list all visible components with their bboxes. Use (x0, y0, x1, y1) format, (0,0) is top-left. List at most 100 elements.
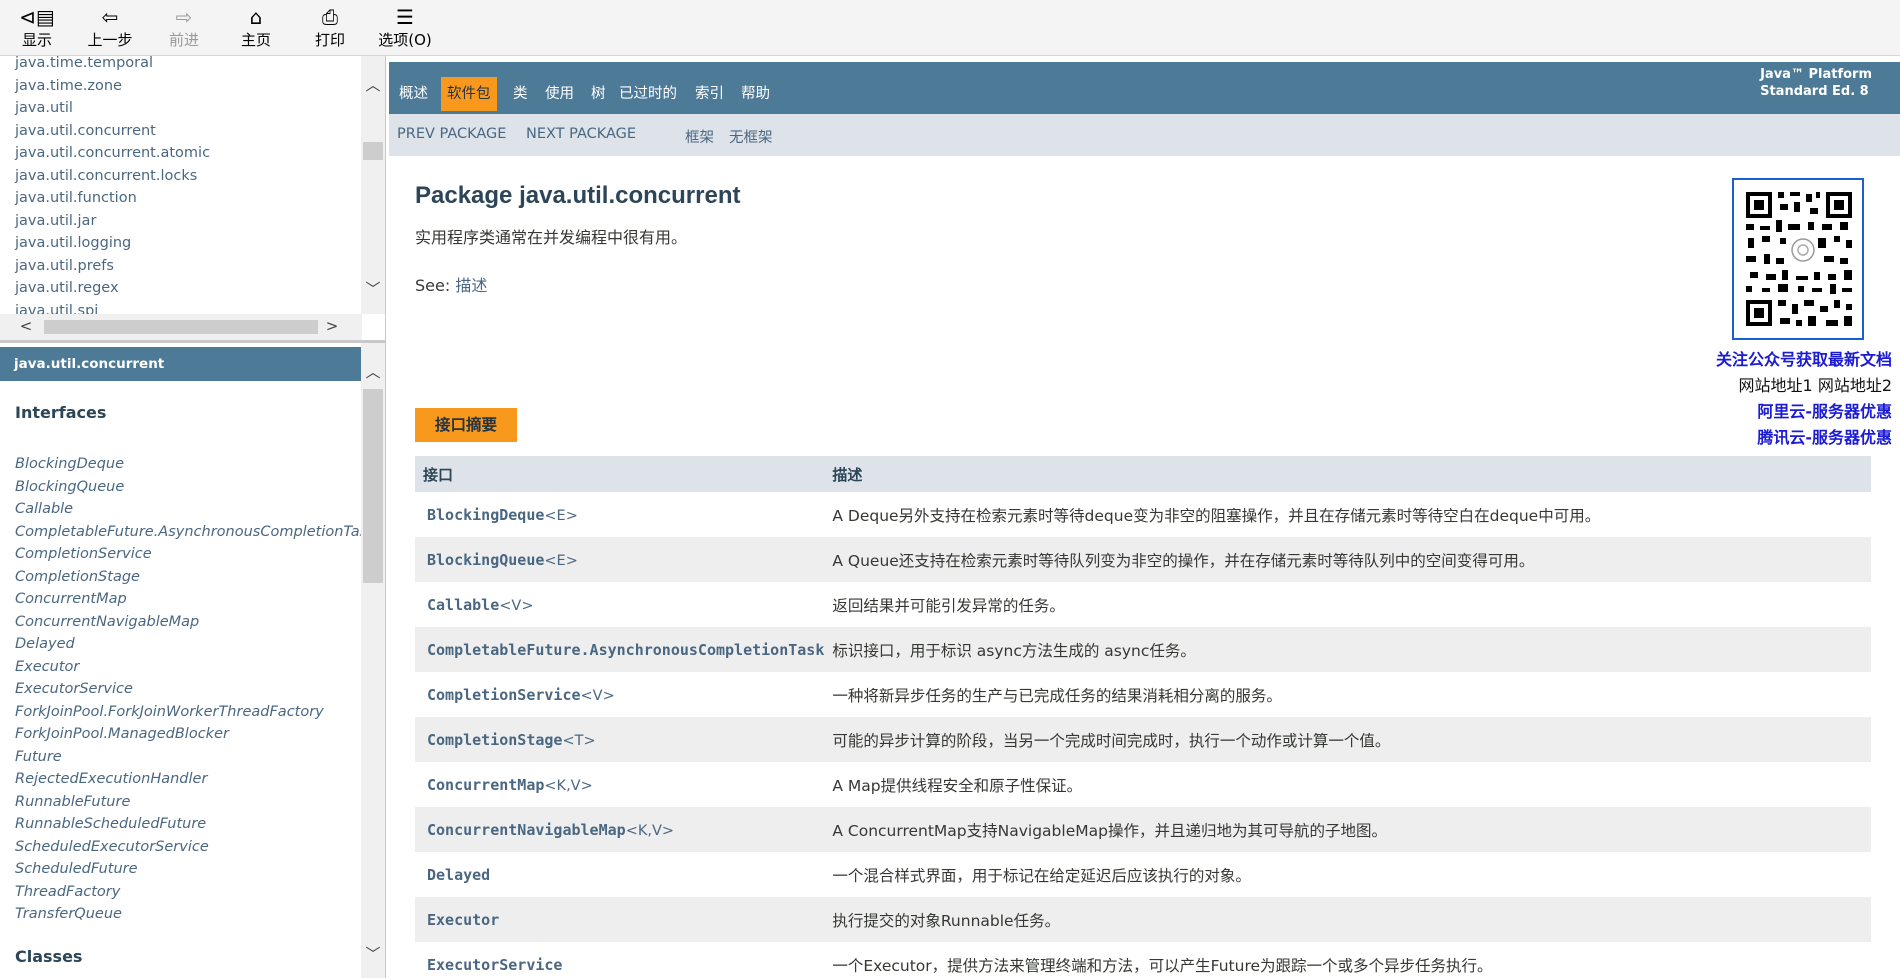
scroll-up-icon[interactable]: ︿ (361, 74, 385, 95)
nav-overview[interactable]: 概述 (393, 77, 434, 111)
interface-link[interactable]: ThreadFactory (15, 881, 376, 904)
package-link[interactable]: java.util.logging (15, 232, 210, 255)
interface-link[interactable]: ConcurrentNavigableMap (15, 611, 376, 634)
package-link[interactable]: java.util.jar (15, 210, 210, 233)
scroll-left-icon[interactable]: < (14, 317, 38, 335)
tencent-ad-link[interactable]: 腾讯云-服务器优惠 (1757, 424, 1892, 448)
interface-cell: Executor (415, 897, 825, 942)
scroll-down-icon[interactable]: ﹀ (361, 278, 385, 299)
options-button[interactable]: ☰ 选项(O) (376, 4, 434, 54)
interface-list: BlockingDeque BlockingQueue Callable Com… (15, 453, 376, 926)
table-row: Delayed 一个混合样式界面，用于标记在给定延迟后应该执行的对象。 (415, 852, 1871, 897)
scroll-thumb[interactable] (363, 389, 383, 583)
interface-link[interactable]: BlockingDeque (427, 506, 544, 524)
type-params: <K,V> (625, 822, 675, 839)
interface-cell: CompletionService<V> (415, 672, 825, 717)
interface-link[interactable]: RunnableScheduledFuture (15, 813, 376, 836)
platform-about: Java™ Platform Standard Ed. 8 (1760, 66, 1872, 100)
interface-link[interactable]: ConcurrentMap (427, 776, 544, 794)
description-cell: A Queue还支持在检索元素时等待队列变为非空的操作，并在存储元素时等待队列中… (824, 537, 1871, 582)
nav-help[interactable]: 帮助 (735, 77, 776, 111)
interface-link[interactable]: CompletableFuture.AsynchronousCompletion… (427, 641, 824, 659)
interface-link[interactable]: BlockingQueue (15, 476, 376, 499)
frames-link[interactable]: 框架 (685, 126, 714, 147)
table-row: ExecutorService 一个Executor，提供方法来管理终端和方法，… (415, 942, 1871, 978)
sub-navbar: PREV PACKAGE NEXT PACKAGE 框架 无框架 (389, 114, 1900, 156)
package-link[interactable]: java.util.regex (15, 277, 210, 300)
interface-link[interactable]: BlockingQueue (427, 551, 544, 569)
interface-link[interactable]: ScheduledExecutorService (15, 836, 376, 859)
package-link[interactable]: java.util.concurrent (15, 120, 210, 143)
scroll-thumb[interactable] (44, 320, 318, 334)
interface-link[interactable]: ExecutorService (15, 678, 376, 701)
package-link[interactable]: java.time.zone (15, 75, 210, 98)
interface-cell: ConcurrentMap<K,V> (415, 762, 825, 807)
class-list-frame: java.util.concurrent Interfaces Blocking… (0, 340, 386, 978)
interface-link[interactable]: Delayed (15, 633, 376, 656)
scroll-down-icon[interactable]: ﹀ (361, 943, 385, 964)
aliyun-ad-link[interactable]: 阿里云-服务器优惠 (1757, 398, 1892, 422)
interface-link[interactable]: RunnableFuture (15, 791, 376, 814)
type-params: <E> (544, 507, 578, 524)
description-link[interactable]: 描述 (455, 276, 487, 295)
interface-link[interactable]: ScheduledFuture (15, 858, 376, 881)
scroll-right-icon[interactable]: > (320, 317, 344, 335)
table-row: ConcurrentMap<K,V> A Map提供线程安全和原子性保证。 (415, 762, 1871, 807)
show-button[interactable]: ⊲▤ 显示 (18, 4, 56, 54)
scroll-thumb[interactable] (363, 142, 383, 160)
package-link[interactable]: java.util.concurrent.atomic (15, 142, 210, 165)
description-cell: 一种将新异步任务的生产与已完成任务的结果消耗相分离的服务。 (824, 672, 1871, 717)
no-frames-link[interactable]: 无框架 (729, 126, 773, 147)
table-row: CompletionService<V> 一种将新异步任务的生产与已完成任务的结… (415, 672, 1871, 717)
interface-link[interactable]: Executor (427, 911, 499, 929)
site-link-1[interactable]: 网站地址1 (1739, 376, 1813, 395)
print-button[interactable]: ⎙ 打印 (312, 4, 348, 54)
interface-link[interactable]: BlockingDeque (15, 453, 376, 476)
next-package-link[interactable]: NEXT PACKAGE (526, 126, 636, 142)
interface-summary-table: 接口 描述 BlockingDeque<E> A Deque另外支持在检索元素时… (415, 456, 1871, 978)
package-link[interactable]: java.util.prefs (15, 255, 210, 278)
interface-link[interactable]: TransferQueue (15, 903, 376, 926)
interface-link[interactable]: Executor (15, 656, 376, 679)
interface-link[interactable]: CompletionService (15, 543, 376, 566)
interface-link[interactable]: CompletionStage (427, 731, 562, 749)
type-params: <E> (544, 552, 578, 569)
interface-link[interactable]: ConcurrentMap (15, 588, 376, 611)
type-params: <K,V> (544, 777, 593, 794)
home-button[interactable]: ⌂ 主页 (238, 4, 274, 54)
interface-link[interactable]: Delayed (427, 866, 490, 884)
nav-use[interactable]: 使用 (539, 77, 580, 111)
package-link[interactable]: java.util.function (15, 187, 210, 210)
interface-link[interactable]: ForkJoinPool.ManagedBlocker (15, 723, 376, 746)
interface-link[interactable]: CompletableFuture.AsynchronousCompletion… (15, 521, 376, 544)
package-vertical-scrollbar[interactable]: ︿ ﹀ (361, 56, 385, 314)
nav-deprecated[interactable]: 已过时的 (613, 77, 683, 111)
interface-link[interactable]: ForkJoinPool.ForkJoinWorkerThreadFactory (15, 701, 376, 724)
interface-link[interactable]: CompletionStage (15, 566, 376, 589)
table-row: CompletableFuture.AsynchronousCompletion… (415, 627, 1871, 672)
follow-account-link[interactable]: 关注公众号获取最新文档 (1716, 346, 1892, 370)
package-link[interactable]: java.util (15, 97, 210, 120)
prev-package-link[interactable]: PREV PACKAGE (397, 126, 506, 142)
package-link[interactable]: java.time.temporal (15, 56, 210, 75)
interface-link[interactable]: CompletionService (427, 686, 581, 704)
nav-class[interactable]: 类 (507, 77, 534, 111)
interface-link[interactable]: Callable (427, 596, 499, 614)
interface-link[interactable]: Future (15, 746, 376, 769)
class-frame-package-title[interactable]: java.util.concurrent (0, 347, 362, 381)
interface-link[interactable]: RejectedExecutionHandler (15, 768, 376, 791)
nav-index[interactable]: 索引 (689, 77, 730, 111)
package-horizontal-scrollbar[interactable]: < > (0, 314, 362, 340)
interface-cell: ExecutorService (415, 942, 825, 978)
forward-button[interactable]: ⇨ 前进 (166, 4, 202, 54)
interface-link[interactable]: ConcurrentNavigableMap (427, 821, 626, 839)
site-link-2[interactable]: 网站地址2 (1818, 376, 1892, 395)
interface-link[interactable]: Callable (15, 498, 376, 521)
class-vertical-scrollbar[interactable]: ︿ ﹀ (361, 343, 385, 978)
nav-tree[interactable]: 树 (585, 77, 612, 111)
back-button[interactable]: ⇦ 上一步 (84, 4, 136, 54)
forward-arrow-icon: ⇨ (175, 5, 193, 29)
interface-link[interactable]: ExecutorService (427, 956, 562, 974)
package-link[interactable]: java.util.concurrent.locks (15, 165, 210, 188)
scroll-up-icon[interactable]: ︿ (361, 361, 385, 382)
